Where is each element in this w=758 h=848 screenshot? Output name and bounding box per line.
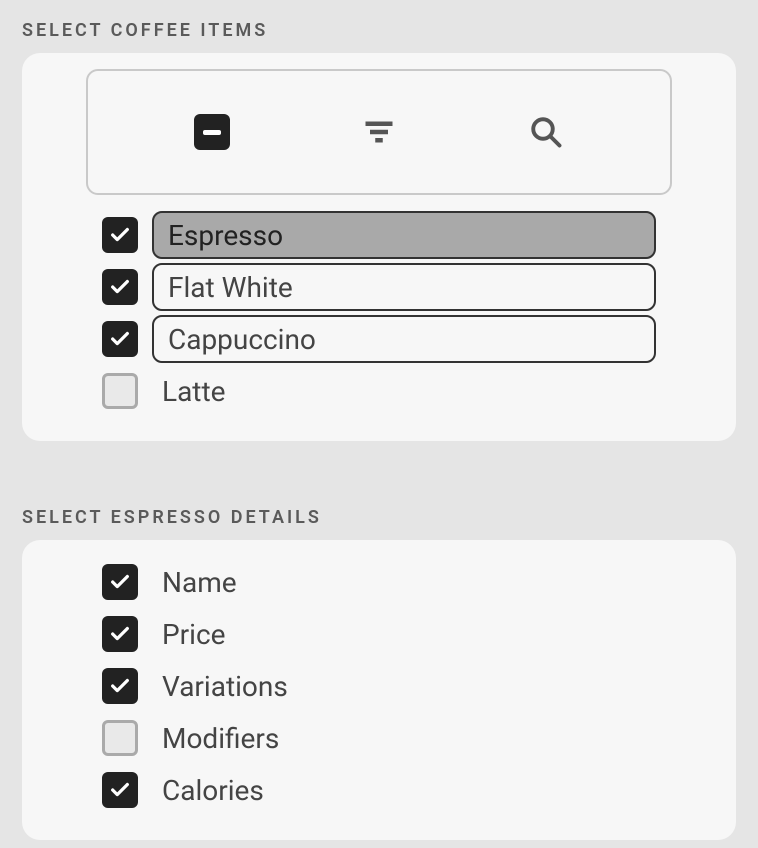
section-title-details: Select Espresso Details	[22, 507, 736, 528]
coffee-list: Espresso Flat White Cappuccino	[86, 209, 672, 417]
select-all-toggle[interactable]	[132, 71, 292, 193]
coffee-card: Espresso Flat White Cappuccino	[22, 53, 736, 441]
item-pill-flat-white[interactable]: Flat White	[152, 263, 656, 311]
item-label: Cappuccino	[168, 323, 316, 356]
checkbox-espresso[interactable]	[102, 217, 138, 253]
list-item: Calories	[102, 764, 656, 816]
list-item: Cappuccino	[102, 313, 656, 365]
list-item: Espresso	[102, 209, 656, 261]
checkbox-price[interactable]	[102, 616, 138, 652]
details-list: Name Price Variations Modifiers	[86, 556, 672, 816]
list-item: Flat White	[102, 261, 656, 313]
indeterminate-icon	[194, 114, 230, 150]
checkbox-variations[interactable]	[102, 668, 138, 704]
search-icon	[528, 114, 564, 150]
item-pill-espresso[interactable]: Espresso	[152, 211, 656, 259]
item-label: Calories	[152, 774, 656, 807]
search-button[interactable]	[466, 71, 626, 193]
list-item: Modifiers	[102, 712, 656, 764]
item-label: Variations	[152, 670, 656, 703]
checkbox-modifiers[interactable]	[102, 720, 138, 756]
item-label: Price	[152, 618, 656, 651]
checkbox-cappuccino[interactable]	[102, 321, 138, 357]
list-item: Latte	[102, 365, 656, 417]
item-label: Latte	[152, 375, 656, 408]
section-title-coffee: Select Coffee Items	[22, 20, 736, 41]
item-label: Name	[152, 566, 656, 599]
item-label: Espresso	[168, 219, 283, 252]
checkbox-name[interactable]	[102, 564, 138, 600]
filter-icon	[361, 114, 397, 150]
details-card: Name Price Variations Modifiers	[22, 540, 736, 840]
checkbox-latte[interactable]	[102, 373, 138, 409]
item-label: Modifiers	[152, 722, 656, 755]
filter-button[interactable]	[299, 71, 459, 193]
coffee-toolbar	[86, 69, 672, 195]
list-item: Price	[102, 608, 656, 660]
list-item: Name	[102, 556, 656, 608]
item-label: Flat White	[168, 271, 293, 304]
list-item: Variations	[102, 660, 656, 712]
checkbox-flat-white[interactable]	[102, 269, 138, 305]
item-pill-cappuccino[interactable]: Cappuccino	[152, 315, 656, 363]
checkbox-calories[interactable]	[102, 772, 138, 808]
